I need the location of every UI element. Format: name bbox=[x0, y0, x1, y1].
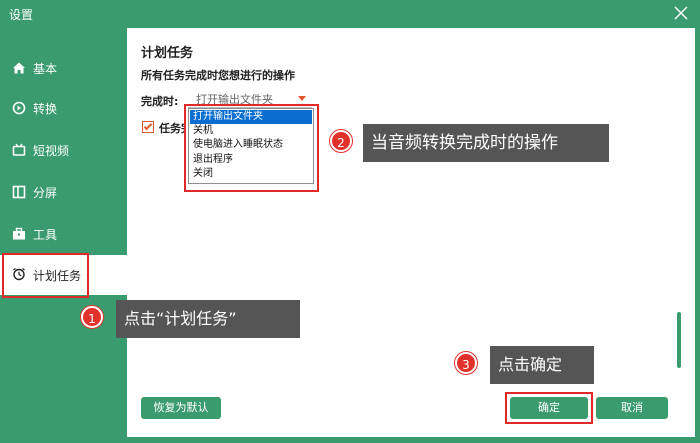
highlight-box-scheduled-task bbox=[2, 253, 89, 298]
tv-icon bbox=[12, 143, 26, 156]
sidebar-item-basic[interactable]: 基本 bbox=[0, 48, 127, 88]
callout-label-2: 当音频转换完成时的操作 bbox=[363, 124, 609, 162]
completion-label: 完成时: bbox=[141, 95, 179, 108]
callout-label-3: 点击确定 bbox=[490, 346, 594, 384]
sidebar-item-label: 工具 bbox=[33, 228, 58, 242]
sidebar-item-label: 转换 bbox=[33, 102, 58, 116]
dropdown-arrow-icon[interactable] bbox=[298, 96, 306, 101]
callout-label-1: 点击“计划任务” bbox=[116, 300, 300, 338]
scrollbar-thumb[interactable] bbox=[677, 312, 681, 368]
window-border-bottom bbox=[127, 437, 700, 443]
sidebar-item-label: 短视频 bbox=[33, 144, 70, 158]
highlight-box-dropdown bbox=[184, 104, 319, 192]
step-badge-3: 3 bbox=[455, 352, 477, 374]
toolbox-icon bbox=[13, 227, 25, 240]
sidebar-item-split-screen[interactable]: 分屏 bbox=[0, 172, 127, 212]
checkbox-label: 任务完 bbox=[159, 122, 185, 135]
sidebar-item-short-video[interactable]: 短视频 bbox=[0, 130, 127, 170]
step-badge-2: 2 bbox=[330, 130, 352, 152]
convert-icon bbox=[12, 101, 26, 115]
sidebar-item-tools[interactable]: 工具 bbox=[0, 214, 127, 254]
title-bar: 设置 bbox=[0, 0, 700, 28]
task-complete-checkbox[interactable] bbox=[142, 121, 154, 133]
sidebar-item-convert[interactable]: 转换 bbox=[0, 88, 127, 128]
window-border-right bbox=[695, 28, 700, 443]
split-screen-icon bbox=[12, 185, 26, 199]
close-icon[interactable] bbox=[672, 4, 690, 22]
section-subtitle: 所有任务完成时您想进行的操作 bbox=[141, 69, 295, 82]
sidebar-item-label: 分屏 bbox=[33, 186, 58, 200]
home-icon bbox=[13, 62, 25, 74]
reset-default-button[interactable]: 恢复为默认 bbox=[141, 397, 221, 419]
cancel-button[interactable]: 取消 bbox=[596, 397, 668, 419]
sidebar-item-label: 基本 bbox=[33, 62, 58, 76]
section-title: 计划任务 bbox=[141, 46, 194, 61]
ok-button[interactable]: 确定 bbox=[510, 397, 588, 419]
step-badge-1: 1 bbox=[81, 306, 103, 328]
checkmark-icon bbox=[143, 121, 153, 131]
window-title: 设置 bbox=[9, 8, 34, 22]
